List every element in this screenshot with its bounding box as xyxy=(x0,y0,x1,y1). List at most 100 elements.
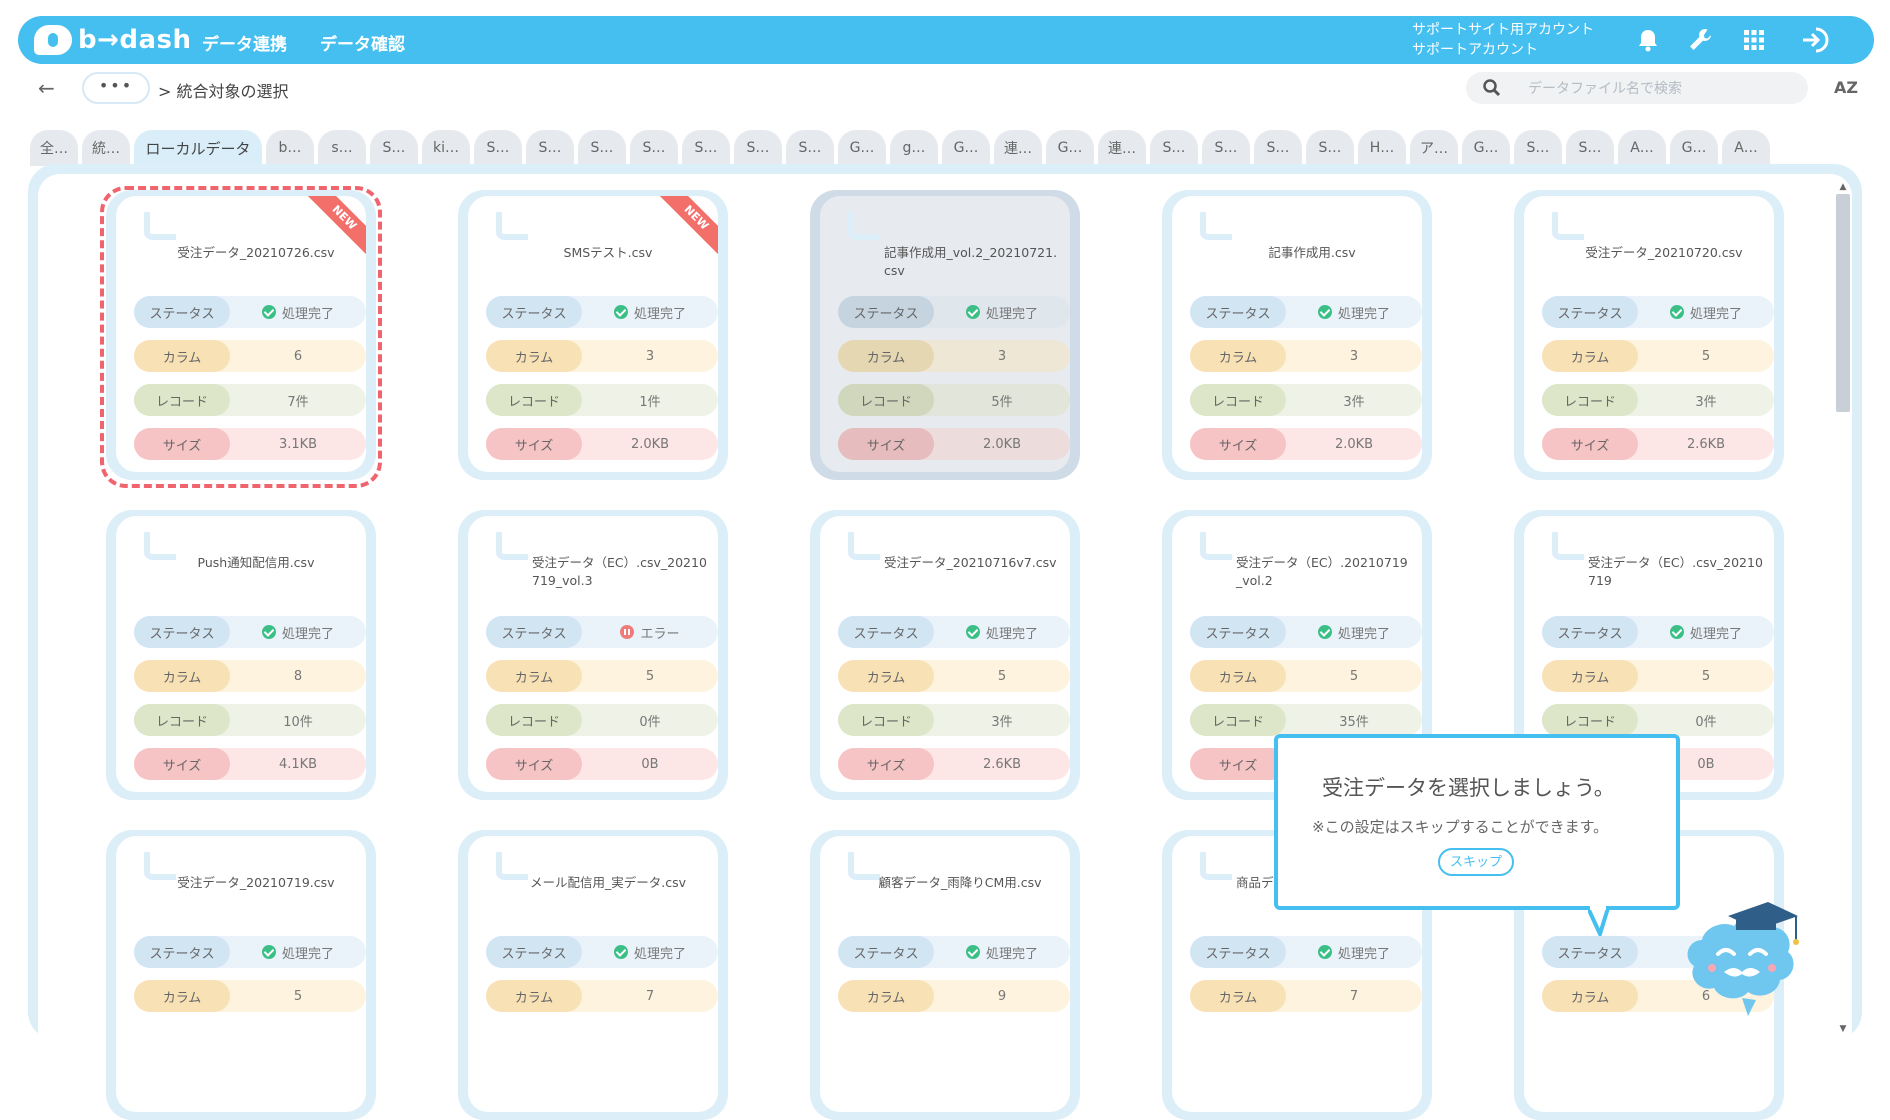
tab-31[interactable]: A… xyxy=(1722,130,1770,166)
card-value-column: 7 xyxy=(1286,980,1422,1012)
bdash-logo[interactable]: b→dash xyxy=(34,22,192,58)
tab-24[interactable]: H… xyxy=(1358,130,1406,166)
card-label-status: ステータス xyxy=(134,936,230,968)
search-input[interactable] xyxy=(1526,76,1790,102)
scroll-down-arrow[interactable]: ▼ xyxy=(1836,1024,1850,1036)
tab-26[interactable]: G… xyxy=(1462,130,1510,166)
card-label-status: ステータス xyxy=(838,936,934,968)
card-row-column: カラム 5 xyxy=(1190,660,1422,692)
card-label-size: サイズ xyxy=(838,748,934,780)
logout-icon[interactable] xyxy=(1800,26,1832,54)
card-value-text: 5件 xyxy=(991,394,1013,410)
nav-data-check[interactable]: データ確認 xyxy=(320,30,405,55)
guide-tooltip: 受注データを選択しましょう。 ※この設定はスキップすることができます。 スキップ xyxy=(1274,734,1680,910)
tab-25[interactable]: ア… xyxy=(1410,130,1458,166)
account-info[interactable]: サポートサイト用アカウント サポートアカウント xyxy=(1412,20,1594,60)
card-value-text: 2.6KB xyxy=(1686,436,1726,452)
tab-28[interactable]: S… xyxy=(1566,130,1614,166)
tab-2[interactable]: ローカルデータ xyxy=(134,130,262,166)
card-value-text: 0件 xyxy=(1695,714,1717,730)
card-row-column: カラム 5 xyxy=(1542,660,1774,692)
scroll-up-arrow[interactable]: ▲ xyxy=(1836,182,1850,194)
card-value-column: 9 xyxy=(934,980,1070,1012)
tab-17[interactable]: 連… xyxy=(994,130,1042,166)
tab-6[interactable]: ki… xyxy=(422,130,470,166)
tab-30[interactable]: G… xyxy=(1670,130,1718,166)
card-value-record: 0件 xyxy=(582,704,718,736)
file-card[interactable]: 受注データ（EC）.csv_20210719_vol.3 ステータス エラー カラム 5… xyxy=(458,510,728,800)
file-card[interactable]: 受注データ_20210716v7.csv ステータス 処理完了 カラム 5 レコード 3件サ… xyxy=(810,510,1080,800)
tab-8[interactable]: S… xyxy=(526,130,574,166)
check-status-icon xyxy=(1669,625,1684,639)
card-row-record: レコード 10件 xyxy=(134,704,366,736)
sort-az-button[interactable]: AZ xyxy=(1834,78,1858,97)
file-card[interactable]: 記事作成用.csv ステータス 処理完了 カラム 3 レコード 3件 サイズ 2.0KB xyxy=(1162,190,1432,480)
card-value-status: 処理完了 xyxy=(230,936,366,968)
scrollbar-thumb[interactable] xyxy=(1836,194,1850,412)
file-card[interactable]: 記事作成用_vol.2_20210721.csv ステータス 処理完了 カラム 3 レコー… xyxy=(810,190,1080,480)
tab-11[interactable]: S… xyxy=(682,130,730,166)
card-label-status: ステータス xyxy=(1542,616,1638,648)
file-card[interactable]: Push通知配信用.csv ステータス 処理完了 カラム 8 レコード 10件 サイズ 4.1K… xyxy=(106,510,376,800)
card-label-record: レコード xyxy=(1542,704,1638,736)
file-name: 顧客データ_雨降りCM用.csv xyxy=(878,875,1042,890)
tab-27[interactable]: S… xyxy=(1514,130,1562,166)
tab-19[interactable]: 連… xyxy=(1098,130,1146,166)
card-row-status: ステータス 処理完了 xyxy=(134,936,366,968)
tab-3[interactable]: b… xyxy=(266,130,314,166)
tab-23[interactable]: S… xyxy=(1306,130,1354,166)
tab-20[interactable]: S… xyxy=(1150,130,1198,166)
tab-16[interactable]: G… xyxy=(942,130,990,166)
card-label-record: レコード xyxy=(486,704,582,736)
tab-15[interactable]: g… xyxy=(890,130,938,166)
card-value-status: エラー xyxy=(582,616,718,648)
file-card[interactable]: メール配信用_実データ.csv ステータス 処理完了 カラム 7 xyxy=(458,830,728,1120)
card-row-column: カラム 5 xyxy=(838,660,1070,692)
skip-button[interactable]: スキップ xyxy=(1438,848,1514,876)
file-card[interactable]: 顧客データ_雨降りCM用.csv ステータス 処理完了 カラム 9 xyxy=(810,830,1080,1120)
tab-7[interactable]: S… xyxy=(474,130,522,166)
tab-10[interactable]: S… xyxy=(630,130,678,166)
card-value-text: 処理完了 xyxy=(1337,946,1390,962)
card-label-record: レコード xyxy=(134,704,230,736)
tab-18[interactable]: G… xyxy=(1046,130,1094,166)
bell-icon[interactable] xyxy=(1634,26,1662,54)
file-name: 受注データ_20210719.csv xyxy=(177,875,335,890)
tab-29[interactable]: A… xyxy=(1618,130,1666,166)
tab-1[interactable]: 統… xyxy=(82,130,130,166)
card-value-column: 3 xyxy=(934,340,1070,372)
back-arrow-icon[interactable]: ← xyxy=(38,76,55,100)
tab-0[interactable]: 全… xyxy=(30,130,78,166)
file-card[interactable]: 受注データ_20210719.csv ステータス 処理完了 カラム 5 xyxy=(106,830,376,1120)
tab-21[interactable]: S… xyxy=(1202,130,1250,166)
card-label-status: ステータス xyxy=(486,616,582,648)
grid-menu-icon[interactable] xyxy=(1740,26,1768,54)
card-label-column: カラム xyxy=(1190,980,1286,1012)
tab-22[interactable]: S… xyxy=(1254,130,1302,166)
card-value-status: 処理完了 xyxy=(1286,936,1422,968)
error-status-icon xyxy=(620,625,635,639)
nav-data-integration[interactable]: データ連携 xyxy=(202,30,287,55)
file-icon xyxy=(848,212,880,240)
tooltip-subtitle: ※この設定はスキップすることができます。 xyxy=(1312,818,1609,836)
card-label-record: レコード xyxy=(1190,384,1286,416)
file-card[interactable]: NEW SMSテスト.csv ステータス 処理完了 カラム 3 レコード 1件 サイズ 2.0KB xyxy=(458,190,728,480)
wrench-icon[interactable] xyxy=(1686,26,1714,54)
tab-9[interactable]: S… xyxy=(578,130,626,166)
tab-5[interactable]: S… xyxy=(370,130,418,166)
card-label-record: レコード xyxy=(1190,704,1286,736)
card-value-size: 0B xyxy=(582,748,718,780)
tab-14[interactable]: G… xyxy=(838,130,886,166)
tab-4[interactable]: s… xyxy=(318,130,366,166)
search-box[interactable] xyxy=(1466,72,1808,104)
card-value-column: 5 xyxy=(1638,660,1774,692)
file-icon xyxy=(1200,532,1232,560)
card-label-column: カラム xyxy=(486,660,582,692)
breadcrumb-more-button[interactable]: ••• xyxy=(82,72,150,104)
file-card[interactable]: 受注データ_20210720.csv ステータス 処理完了 カラム 5 レコード 3件 サイズ… xyxy=(1514,190,1784,480)
card-value-text: 1件 xyxy=(639,394,661,410)
tab-12[interactable]: S… xyxy=(734,130,782,166)
tab-13[interactable]: S… xyxy=(786,130,834,166)
card-value-text: 10件 xyxy=(283,714,313,730)
card-value-text: 2.0KB xyxy=(982,436,1022,452)
